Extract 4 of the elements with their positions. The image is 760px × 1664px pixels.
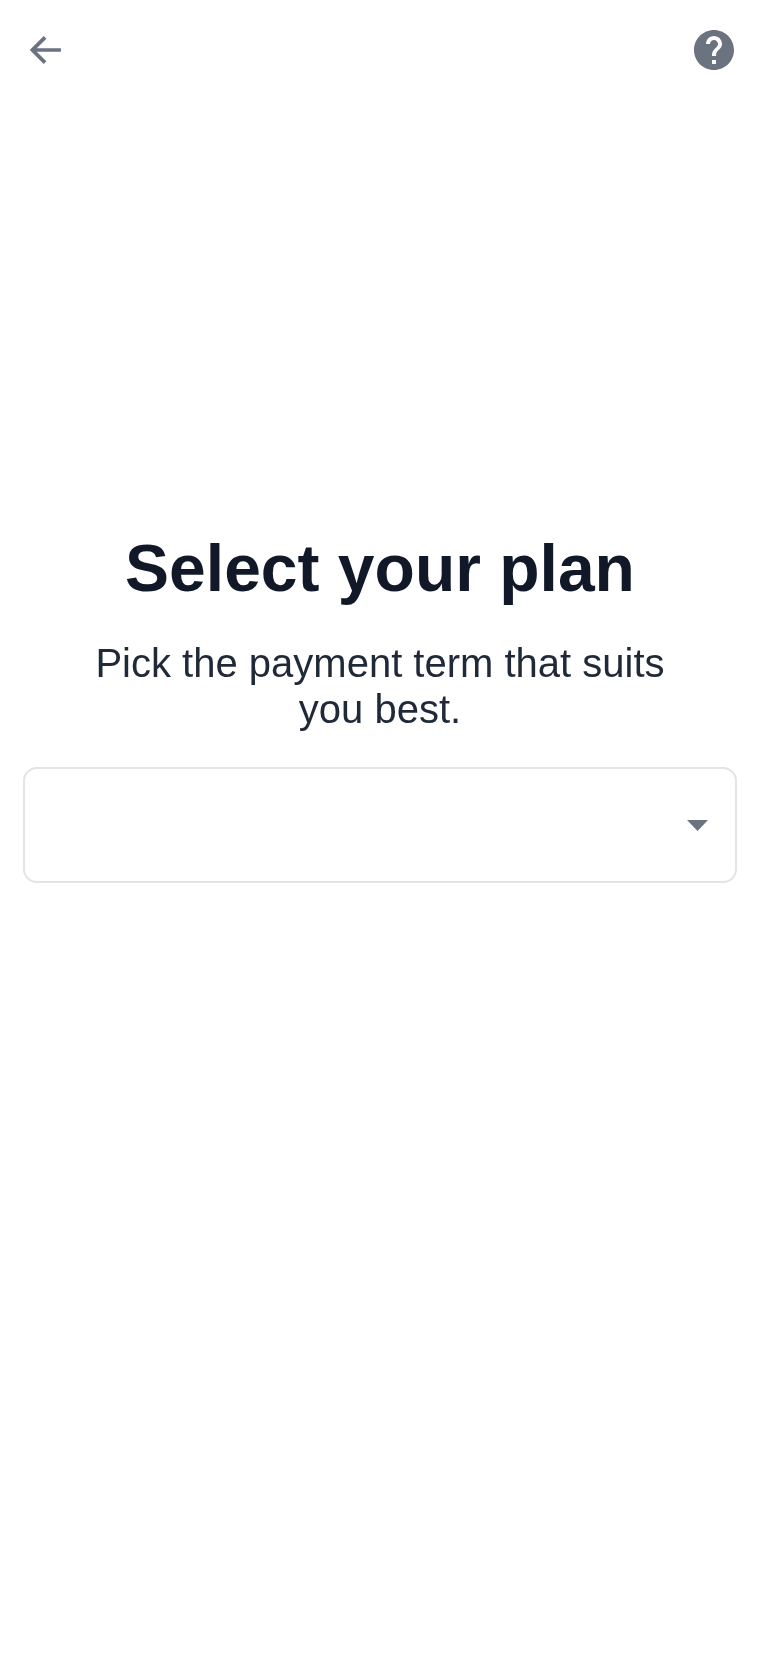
back-arrow-icon[interactable]	[30, 36, 62, 64]
page-title: Select your plan	[125, 530, 635, 607]
help-icon[interactable]	[694, 30, 734, 70]
page-subtitle: Pick the payment term that suits you best.	[94, 640, 666, 732]
